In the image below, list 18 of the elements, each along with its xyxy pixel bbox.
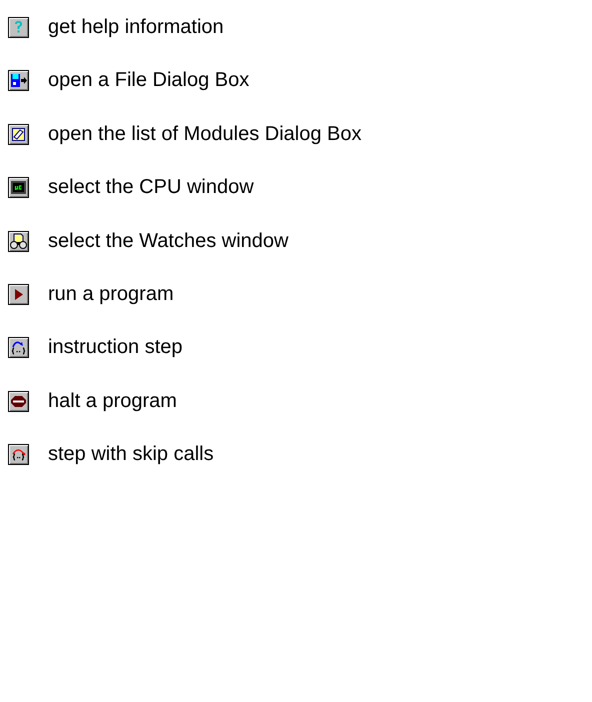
description-text: halt a program (48, 390, 177, 412)
step-over-braces-icon (8, 444, 29, 466)
description-text: select the CPU window (48, 177, 254, 198)
document-list-icon (8, 124, 29, 145)
description-text: run a program (48, 284, 174, 305)
description-text: open a File Dialog Box (48, 70, 250, 92)
step-arrow-braces-icon (8, 337, 29, 358)
play-icon (8, 284, 29, 305)
binoculars-document-icon (8, 230, 29, 252)
description-text: open the list of Modules Dialog Box (48, 124, 362, 145)
description-text: instruction step (48, 337, 183, 358)
floppy-disk-arrow-icon (8, 70, 29, 92)
stop-sign-icon (8, 390, 29, 412)
description-text: select the Watches window (48, 230, 288, 252)
description-text: get help information (48, 17, 224, 38)
help-icon (8, 17, 29, 38)
chip-icon (8, 177, 29, 198)
description-text: step with skip calls (48, 444, 214, 466)
